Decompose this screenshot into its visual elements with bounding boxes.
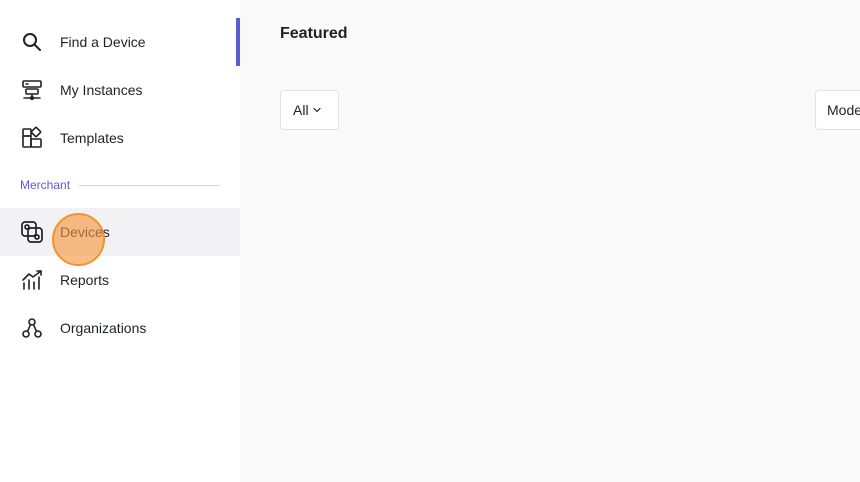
devices-link-icon	[20, 220, 44, 244]
active-accent-bar	[236, 18, 240, 66]
main-content: Featured All Mode	[236, 0, 860, 482]
search-icon	[20, 30, 44, 54]
filter-dropdown-label: All	[293, 102, 309, 118]
chart-trend-icon	[20, 268, 44, 292]
sidebar-item-templates[interactable]: Templates	[0, 114, 240, 162]
sidebar-item-label: Devices	[60, 224, 110, 240]
sidebar-item-find-a-device[interactable]: Find a Device	[0, 18, 240, 66]
app-window: Find a Device My Instances Templates Mer…	[0, 0, 860, 482]
page-title: Featured	[280, 25, 348, 42]
sidebar-item-reports[interactable]: Reports	[0, 256, 240, 304]
server-network-icon	[20, 78, 44, 102]
model-dropdown-label: Mode	[827, 102, 860, 118]
templates-icon	[20, 126, 44, 150]
sidebar: Find a Device My Instances Templates Mer…	[0, 0, 240, 482]
filter-dropdown[interactable]: All	[280, 90, 339, 130]
section-divider	[79, 185, 220, 186]
sidebar-item-label: Find a Device	[60, 34, 146, 50]
sidebar-item-my-instances[interactable]: My Instances	[0, 66, 240, 114]
sidebar-item-devices[interactable]: Devices	[0, 208, 240, 256]
sidebar-item-organizations[interactable]: Organizations	[0, 304, 240, 352]
sidebar-item-label: Organizations	[60, 320, 147, 336]
sidebar-item-label: Templates	[60, 130, 124, 146]
section-label-merchant: Merchant	[20, 178, 71, 192]
chevron-down-icon	[312, 107, 321, 113]
sidebar-item-label: Reports	[60, 272, 110, 288]
sidebar-item-label: My Instances	[60, 82, 143, 98]
model-dropdown[interactable]: Mode	[815, 90, 860, 130]
org-hierarchy-icon	[20, 316, 44, 340]
